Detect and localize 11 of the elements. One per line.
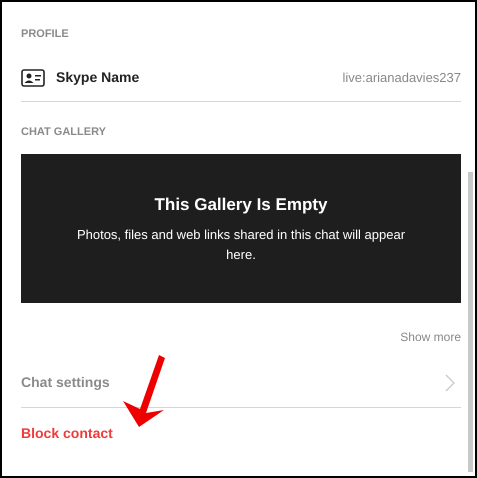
field-value: live:arianadavies237 (342, 68, 461, 87)
chevron-right-icon (445, 374, 455, 392)
section-heading: CHAT GALLERY (21, 125, 107, 140)
block-contact-link[interactable]: Block contact (21, 422, 113, 444)
section-heading: PROFILE (21, 27, 70, 42)
contact-card-icon (21, 68, 45, 86)
field-label: Skype Name (56, 68, 140, 87)
gallery-empty-message: Photos, files and web links shared in this chat will appear here. (76, 226, 406, 264)
gallery-empty-title: This Gallery Is Empty (154, 194, 328, 216)
show-more-link[interactable]: Show more (400, 328, 461, 346)
scrollbar[interactable] (468, 172, 473, 472)
